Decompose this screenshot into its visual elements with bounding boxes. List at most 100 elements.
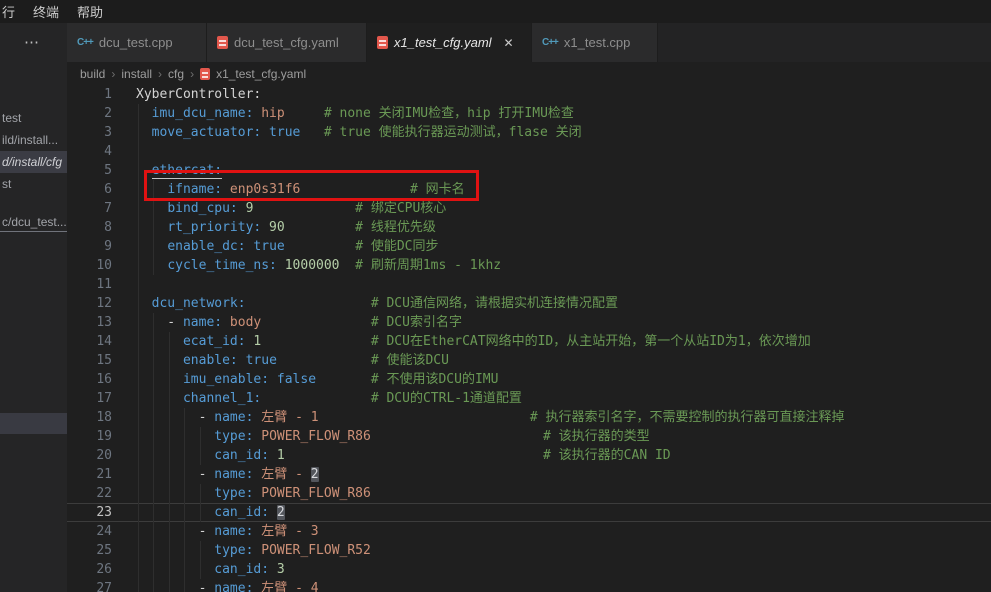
code-line[interactable]: 26 can_id: 3	[67, 560, 991, 579]
code-line[interactable]: 10 cycle_time_ns: 1000000 # 刷新周期1ms - 1k…	[67, 256, 991, 275]
list-item[interactable]: st	[0, 173, 67, 195]
code-token: rt_priority:	[167, 220, 261, 235]
line-content[interactable]: imu_dcu_name: hip # none 关闭IMU检查，hip 打开I…	[136, 104, 991, 123]
tab-dcu_test.cpp[interactable]: C++dcu_test.cpp	[67, 23, 207, 62]
line-content[interactable]: type: POWER_FLOW_R52	[136, 541, 991, 560]
line-content[interactable]: can_id: 1 # 该执行器的CAN ID	[136, 446, 991, 465]
code-line[interactable]: 20 can_id: 1 # 该执行器的CAN ID	[67, 446, 991, 465]
code-line[interactable]: 17 channel_1: # DCU的CTRL-1通道配置	[67, 389, 991, 408]
code-line[interactable]: 2 imu_dcu_name: hip # none 关闭IMU检查，hip 打…	[67, 104, 991, 123]
code-line[interactable]: 27 - name: 左臂 - 4	[67, 579, 991, 592]
list-item[interactable]: c/dcu_test...	[0, 212, 67, 232]
line-content[interactable]: enable: true # 使能该DCU	[136, 351, 991, 370]
code-token	[136, 562, 214, 577]
tab-x1_test.cpp[interactable]: C++x1_test.cpp	[532, 23, 658, 62]
code-line[interactable]: 21 - name: 左臂 - 2	[67, 465, 991, 484]
code-token: channel_1:	[183, 391, 261, 406]
code-line[interactable]: 1 XyberController:	[67, 85, 991, 104]
indent-guide	[153, 313, 154, 332]
tab-label: x1_test.cpp	[564, 35, 631, 50]
code-token	[371, 429, 543, 444]
code-token	[285, 448, 543, 463]
code-line[interactable]: 15 enable: true # 使能该DCU	[67, 351, 991, 370]
code-line[interactable]: 22 type: POWER_FLOW_R86	[67, 484, 991, 503]
code-token: # 执行器索引名字，不需要控制的执行器可直接注释掉	[530, 410, 845, 425]
list-item[interactable]: ild/install...	[0, 129, 67, 151]
code-token: # true 使能执行器运动测试，flase 关闭	[324, 125, 582, 140]
line-content[interactable]: ethercat:	[136, 161, 991, 180]
more-actions-icon[interactable]: ⋯	[24, 33, 40, 51]
line-content[interactable]: - name: 左臂 - 1 # 执行器索引名字，不需要控制的执行器可直接注释掉	[136, 408, 991, 427]
tab-x1_test_cfg.yaml[interactable]: x1_test_cfg.yaml✕	[367, 23, 532, 62]
menu-item[interactable]: 帮助	[68, 2, 112, 21]
line-content[interactable]: - name: 左臂 - 2	[136, 465, 991, 484]
line-content[interactable]	[136, 275, 991, 294]
code-line[interactable]: 18 - name: 左臂 - 1 # 执行器索引名字，不需要控制的执行器可直接…	[67, 408, 991, 427]
code-line[interactable]: 12 dcu_network: # DCU通信网络，请根据实机连接情况配置	[67, 294, 991, 313]
code-token: body	[222, 315, 261, 330]
code-line[interactable]: 19 type: POWER_FLOW_R86 # 该执行器的类型	[67, 427, 991, 446]
code-token	[136, 505, 214, 520]
code-editor[interactable]: 1 XyberController:2 imu_dcu_name: hip # n…	[67, 85, 991, 592]
line-content[interactable]: channel_1: # DCU的CTRL-1通道配置	[136, 389, 991, 408]
code-token: # 刷新周期1ms - 1khz	[355, 258, 501, 273]
breadcrumb-segment[interactable]: build	[80, 67, 105, 81]
indent-guide	[153, 560, 154, 579]
line-content[interactable]: enable_dc: true # 使能DC同步	[136, 237, 991, 256]
line-content[interactable]: can_id: 3	[136, 560, 991, 579]
close-icon[interactable]: ✕	[504, 36, 514, 50]
code-token	[277, 353, 371, 368]
code-token: move_actuator:	[152, 125, 262, 140]
code-token	[269, 505, 277, 520]
indent-guide	[184, 465, 185, 484]
menu-item[interactable]: 行	[0, 2, 24, 21]
breadcrumb-segment[interactable]: install	[121, 67, 152, 81]
line-content[interactable]	[136, 142, 991, 161]
line-content[interactable]: bind_cpu: 9 # 绑定CPU核心	[136, 199, 991, 218]
tab-dcu_test_cfg.yaml[interactable]: dcu_test_cfg.yaml	[207, 23, 367, 62]
line-content[interactable]: type: POWER_FLOW_R86	[136, 484, 991, 503]
indent-guide	[200, 503, 201, 522]
code-line[interactable]: 14 ecat_id: 1 # DCU在EtherCAT网络中的ID，从主站开始…	[67, 332, 991, 351]
code-token	[300, 125, 323, 140]
list-item[interactable]: d/install/cfg	[0, 151, 67, 173]
line-content[interactable]: cycle_time_ns: 1000000 # 刷新周期1ms - 1khz	[136, 256, 991, 275]
line-content[interactable]: type: POWER_FLOW_R86 # 该执行器的类型	[136, 427, 991, 446]
code-line[interactable]: 9 enable_dc: true # 使能DC同步	[67, 237, 991, 256]
indent-guide	[153, 332, 154, 351]
line-number: 1	[67, 85, 112, 104]
code-line[interactable]: 13 - name: body # DCU索引名字	[67, 313, 991, 332]
indent-guide	[138, 332, 139, 351]
indent-guide	[153, 446, 154, 465]
code-line[interactable]: 11	[67, 275, 991, 294]
breadcrumb-segment[interactable]: cfg	[168, 67, 184, 81]
menu-item[interactable]: 终端	[24, 2, 68, 21]
code-line[interactable]: 6 ifname: enp0s31f6 # 网卡名	[67, 180, 991, 199]
code-line[interactable]: 7 bind_cpu: 9 # 绑定CPU核心	[67, 199, 991, 218]
line-content[interactable]: dcu_network: # DCU通信网络，请根据实机连接情况配置	[136, 294, 991, 313]
line-content[interactable]: ecat_id: 1 # DCU在EtherCAT网络中的ID，从主站开始，第一…	[136, 332, 991, 351]
line-content[interactable]: ifname: enp0s31f6 # 网卡名	[136, 180, 991, 199]
line-content[interactable]: - name: body # DCU索引名字	[136, 313, 991, 332]
line-content[interactable]: can_id: 2	[136, 503, 991, 522]
line-content[interactable]: - name: 左臂 - 3	[136, 522, 991, 541]
breadcrumb-file[interactable]: x1_test_cfg.yaml	[216, 67, 306, 81]
indent-guide	[169, 503, 170, 522]
code-line[interactable]: 3 move_actuator: true # true 使能执行器运动测试，f…	[67, 123, 991, 142]
code-line[interactable]: 5 ethercat:	[67, 161, 991, 180]
line-content[interactable]: move_actuator: true # true 使能执行器运动测试，fla…	[136, 123, 991, 142]
code-line[interactable]: 25 type: POWER_FLOW_R52	[67, 541, 991, 560]
code-line[interactable]: 4	[67, 142, 991, 161]
code-line[interactable]: 8 rt_priority: 90 # 线程优先级	[67, 218, 991, 237]
line-content[interactable]: imu_enable: false # 不使用该DCU的IMU	[136, 370, 991, 389]
list-item[interactable]: test	[0, 107, 67, 129]
line-content[interactable]: rt_priority: 90 # 线程优先级	[136, 218, 991, 237]
line-content[interactable]: - name: 左臂 - 4	[136, 579, 991, 592]
sidebar-highlighted-empty-row[interactable]	[0, 413, 67, 434]
code-line[interactable]: 23 can_id: 2	[67, 503, 991, 522]
line-number: 13	[67, 313, 112, 332]
code-line[interactable]: 16 imu_enable: false # 不使用该DCU的IMU	[67, 370, 991, 389]
code-line[interactable]: 24 - name: 左臂 - 3	[67, 522, 991, 541]
code-token	[136, 429, 214, 444]
line-content[interactable]: XyberController:	[136, 85, 991, 104]
